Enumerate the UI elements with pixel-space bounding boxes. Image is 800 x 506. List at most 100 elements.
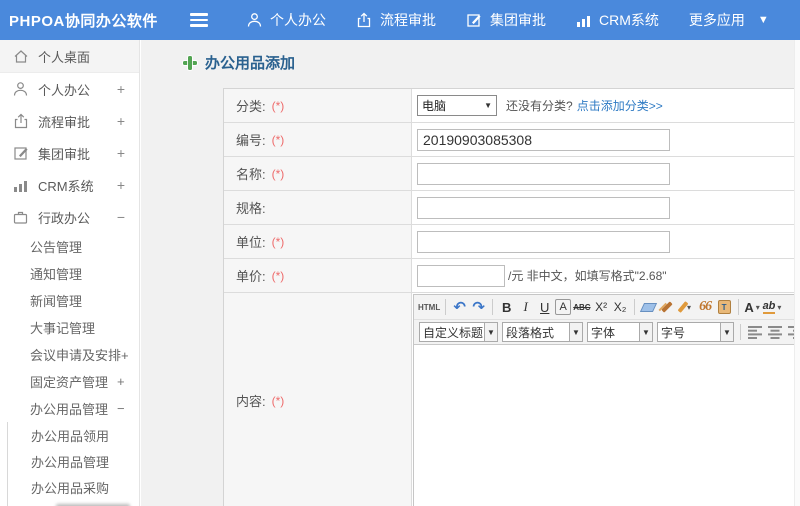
nav-label: 流程审批 bbox=[380, 12, 436, 28]
sidebar-item-notice-mgmt[interactable]: 通知管理 bbox=[0, 260, 139, 287]
field-label: 规格: bbox=[224, 191, 412, 224]
sidebar-item-crm-system[interactable]: CRM系统 + bbox=[0, 169, 139, 201]
field-label: 单位: (*) bbox=[224, 225, 412, 258]
price-input[interactable] bbox=[417, 264, 505, 287]
pen-color-icon[interactable]: ▾ bbox=[677, 297, 695, 317]
upload-icon bbox=[356, 12, 372, 28]
sidebar-item-meeting-mgmt[interactable]: 会议申请及安排+ bbox=[0, 341, 139, 368]
italic-button[interactable]: I bbox=[517, 297, 534, 317]
sidebar: 个人桌面 个人办公 + 流程审批 + 集团审批 + CRM系统 + 行政办公 −… bbox=[0, 40, 140, 506]
nav-more-apps[interactable]: 更多应用 ▼ bbox=[674, 0, 784, 40]
expand-icon[interactable]: + bbox=[117, 177, 125, 193]
sidebar-item-announcement-mgmt[interactable]: 公告管理 bbox=[0, 233, 139, 260]
alignment-buttons bbox=[748, 325, 795, 339]
nav-workflow-approval[interactable]: 流程审批 bbox=[341, 0, 451, 40]
nav-label: 个人办公 bbox=[270, 12, 326, 28]
expand-icon[interactable]: + bbox=[117, 81, 125, 97]
sidebar-item-events-mgmt[interactable]: 大事记管理 bbox=[0, 314, 139, 341]
align-left-icon[interactable] bbox=[748, 325, 763, 339]
expand-icon[interactable]: + bbox=[117, 374, 125, 389]
required-mark: (*) bbox=[271, 268, 285, 283]
sidebar-item-supplies-claim[interactable]: 办公用品领用 bbox=[8, 422, 139, 448]
collapse-icon[interactable]: − bbox=[117, 209, 125, 225]
unit-input[interactable] bbox=[417, 230, 670, 253]
briefcase-icon bbox=[13, 210, 29, 224]
selected-option: 电脑 bbox=[422, 99, 447, 113]
required-mark: (*) bbox=[271, 132, 285, 147]
sidebar-item-admin-office[interactable]: 行政办公 − bbox=[0, 201, 139, 233]
field-value: HTML ↶ ↷ B I U A ABC X² X₂ ▾ 66 T A ▾ ab… bbox=[412, 293, 795, 506]
sidebar-item-news-mgmt[interactable]: 新闻管理 bbox=[0, 287, 139, 314]
add-category-link[interactable]: 点击添加分类>> bbox=[577, 97, 663, 114]
sidebar-item-desktop[interactable]: 个人桌面 bbox=[0, 40, 139, 73]
paste-table-icon[interactable]: T bbox=[716, 297, 733, 317]
name-input[interactable] bbox=[417, 162, 670, 185]
field-label: 分类: (*) bbox=[224, 89, 412, 122]
sidebar-item-label: 通知管理 bbox=[30, 267, 83, 282]
sidebar-item-label: 办公用品领用 bbox=[31, 428, 110, 444]
field-label: 单价: (*) bbox=[224, 259, 412, 292]
nav-crm-system[interactable]: CRM系统 bbox=[561, 0, 674, 40]
selected-option: 字号 bbox=[661, 325, 686, 340]
main-content: 办公用品添加 分类: (*) 电脑 ▼ 还没有分类? 点击添加分类>> 编号: … bbox=[141, 40, 800, 506]
sidebar-item-fixed-assets-mgmt[interactable]: 固定资产管理 + bbox=[0, 368, 139, 395]
sidebar-item-label: 办公用品管理 bbox=[30, 402, 109, 417]
subscript-button[interactable]: X₂ bbox=[612, 297, 629, 317]
heading-select[interactable]: 自定义标题 ▼ bbox=[419, 322, 498, 342]
edit-icon bbox=[13, 145, 29, 161]
nav-label: 更多应用 bbox=[688, 12, 745, 28]
sidebar-item-label: 个人办公 bbox=[38, 82, 91, 98]
label-text: 单位: bbox=[236, 235, 266, 250]
sidebar-item-label: 办公用品采购 bbox=[31, 480, 110, 496]
form-row-name: 名称: (*) bbox=[224, 157, 795, 191]
code-input[interactable] bbox=[417, 128, 670, 151]
format-brush-icon[interactable] bbox=[659, 297, 676, 317]
align-center-icon[interactable] bbox=[768, 325, 783, 339]
caret-down-icon: ▼ bbox=[484, 323, 497, 341]
sidebar-item-office-supplies-mgmt[interactable]: 办公用品管理 − bbox=[0, 395, 139, 422]
expand-icon[interactable]: + bbox=[117, 145, 125, 161]
nav-label: 集团审批 bbox=[490, 12, 546, 28]
editor-toolbar-row1: HTML ↶ ↷ B I U A ABC X² X₂ ▾ 66 T A ▾ ab… bbox=[414, 295, 795, 320]
font-size-select[interactable]: 字号 ▼ bbox=[657, 322, 734, 342]
blockquote-button[interactable]: 66 bbox=[697, 297, 714, 317]
toolbar-separator bbox=[492, 299, 494, 315]
field-value bbox=[412, 157, 795, 190]
nav-group-approval[interactable]: 集团审批 bbox=[451, 0, 561, 40]
spec-input[interactable] bbox=[417, 196, 670, 219]
collapse-icon[interactable]: − bbox=[117, 401, 125, 416]
underline-button[interactable]: U bbox=[536, 297, 553, 317]
caret-down-icon: ▾ bbox=[777, 302, 782, 312]
label-text: 编号: bbox=[236, 133, 266, 148]
caret-down-icon: ▼ bbox=[569, 323, 582, 341]
font-color-button[interactable]: A ▾ bbox=[744, 297, 761, 317]
category-select[interactable]: 电脑 ▼ bbox=[417, 95, 497, 116]
app-root: PHPOA协同办公软件 个人办公 流程审批 集团审批 CRM系统 更多应用 ▼ … bbox=[0, 0, 800, 506]
scrollbar-track[interactable] bbox=[794, 40, 800, 506]
undo-button[interactable]: ↶ bbox=[451, 297, 468, 317]
paragraph-format-select[interactable]: 段落格式 ▼ bbox=[502, 322, 583, 342]
strikethrough-button[interactable]: ABC bbox=[573, 297, 590, 317]
bold-button[interactable]: B bbox=[498, 297, 515, 317]
sidebar-item-personal-office[interactable]: 个人办公 + bbox=[0, 73, 139, 105]
superscript-button[interactable]: X² bbox=[593, 297, 610, 317]
nav-personal-office[interactable]: 个人办公 bbox=[232, 0, 341, 40]
caret-down-icon: ▾ bbox=[755, 302, 760, 312]
sidebar-item-group-approval[interactable]: 集团审批 + bbox=[0, 137, 139, 169]
selected-option: 字体 bbox=[591, 325, 616, 340]
redo-button[interactable]: ↷ bbox=[470, 297, 487, 317]
sidebar-item-supplies-manage[interactable]: 办公用品管理 bbox=[8, 448, 139, 474]
selected-option: 段落格式 bbox=[506, 325, 555, 340]
person-icon bbox=[13, 81, 29, 97]
highlight-button[interactable]: ab ▾ bbox=[762, 297, 782, 317]
eraser-icon[interactable] bbox=[639, 297, 657, 317]
expand-icon[interactable]: + bbox=[117, 113, 125, 129]
sidebar-item-workflow-approval[interactable]: 流程审批 + bbox=[0, 105, 139, 137]
editor-content-area[interactable] bbox=[414, 345, 795, 506]
html-source-button[interactable]: HTML bbox=[418, 297, 440, 317]
sidebar-item-supplies-purchase[interactable]: 办公用品采购 bbox=[8, 474, 139, 500]
nav-label: CRM系统 bbox=[599, 12, 659, 28]
font-style-button[interactable]: A bbox=[555, 299, 572, 315]
hamburger-icon[interactable] bbox=[186, 9, 212, 30]
font-family-select[interactable]: 字体 ▼ bbox=[587, 322, 653, 342]
